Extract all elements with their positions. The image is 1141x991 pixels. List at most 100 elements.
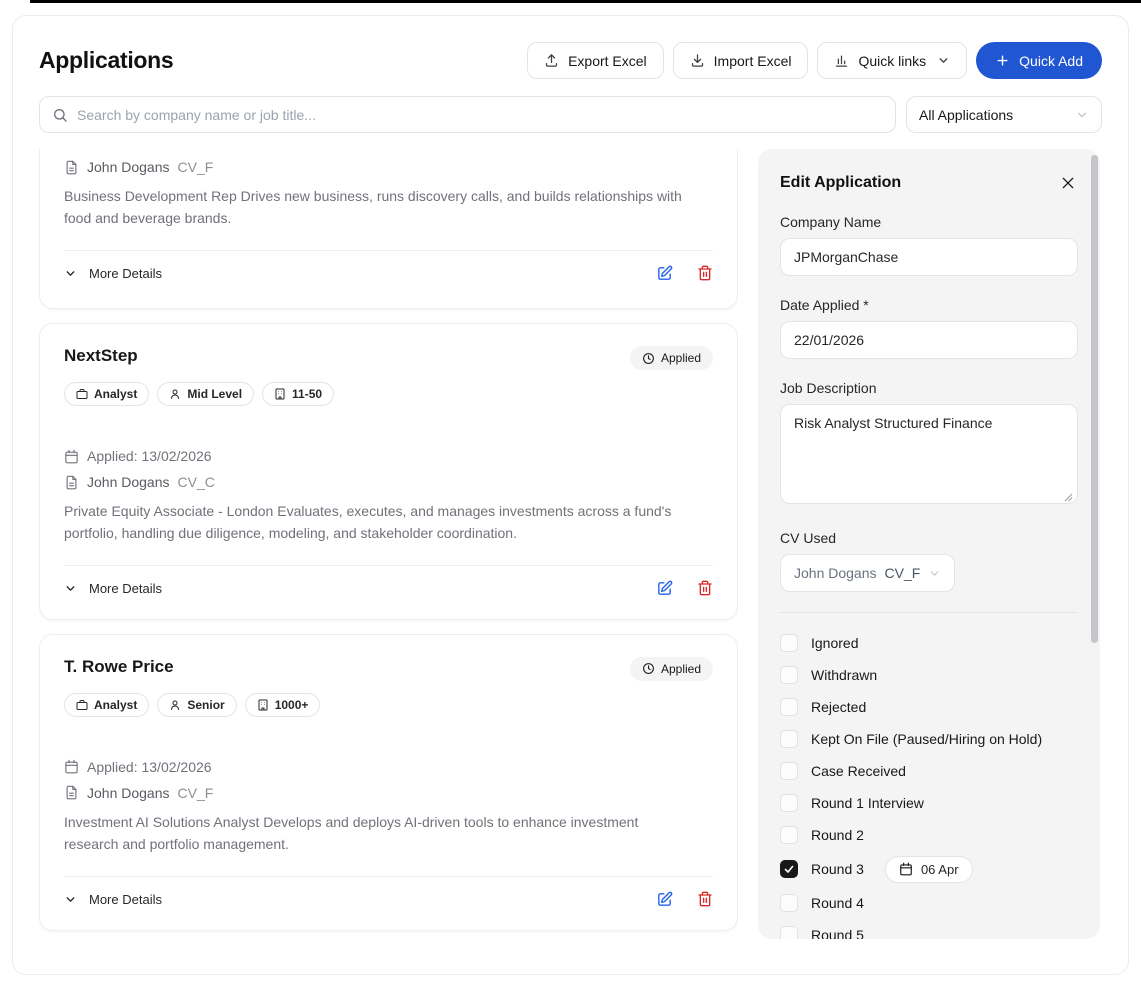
checkbox-rejected[interactable] (780, 698, 798, 716)
round3-date-pill[interactable]: 06 Apr (885, 856, 973, 883)
cv-name: John Dogans (87, 785, 170, 801)
job-description-textarea[interactable] (780, 404, 1078, 504)
level-tag: Senior (157, 693, 236, 717)
checkbox-round3[interactable] (780, 860, 798, 878)
checkbox-row-round5: Round 5 (780, 919, 1078, 939)
edit-application-button[interactable] (656, 580, 673, 597)
checkbox-row-round4: Round 4 (780, 887, 1078, 919)
company-name: T. Rowe Price (64, 657, 174, 677)
download-icon (690, 53, 705, 68)
export-excel-label: Export Excel (568, 53, 647, 69)
cv-line: John Dogans CV_C (64, 474, 713, 490)
status-badge: Applied (630, 346, 713, 370)
document-icon (64, 160, 79, 175)
edit-pencil-icon (656, 891, 673, 908)
checkbox-kept-on-file[interactable] (780, 730, 798, 748)
edit-application-panel: Edit Application Company Name Date Appli… (758, 149, 1100, 939)
role-tag: Analyst (64, 382, 149, 406)
divider (64, 565, 713, 566)
date-applied-input[interactable] (780, 321, 1078, 359)
calendar-icon (899, 862, 913, 876)
search-row: All Applications (39, 96, 1102, 133)
window-top-edge (30, 0, 1141, 3)
tag-row: Analyst Senior 1000+ (64, 693, 713, 717)
checkbox-round2[interactable] (780, 826, 798, 844)
cv-line: John Dogans CV_F (64, 785, 713, 801)
trash-icon (697, 265, 713, 281)
cv-used-select[interactable]: John Dogans CV_F (780, 554, 955, 592)
upload-icon (544, 53, 559, 68)
checkbox-case-received[interactable] (780, 762, 798, 780)
divider (64, 250, 713, 251)
checkbox-row-withdrawn: Withdrawn (780, 659, 1078, 691)
company-name: NextStep (64, 346, 138, 366)
more-details-toggle[interactable]: More Details (64, 266, 162, 281)
company-name-label: Company Name (780, 214, 1078, 230)
status-label: Applied (661, 662, 701, 676)
applications-page: Applications Export Excel Import Excel Q… (12, 15, 1129, 975)
delete-application-button[interactable] (697, 265, 713, 281)
check-icon (783, 863, 795, 875)
more-details-label: More Details (89, 581, 162, 596)
close-icon (1060, 175, 1076, 191)
page-header: Applications Export Excel Import Excel Q… (39, 42, 1102, 79)
chevron-down-icon (64, 893, 77, 906)
quick-links-button[interactable]: Quick links (817, 42, 967, 79)
resize-grip-icon[interactable] (1064, 493, 1073, 502)
document-icon (64, 785, 79, 800)
import-excel-button[interactable]: Import Excel (673, 42, 809, 79)
card-footer: More Details (64, 580, 713, 597)
plus-icon (995, 53, 1010, 68)
edit-panel-column: Edit Application Company Name Date Appli… (758, 149, 1100, 967)
more-details-toggle[interactable]: More Details (64, 581, 162, 596)
checkbox-row-round1: Round 1 Interview (780, 787, 1078, 819)
checkbox-row-ignored: Ignored (780, 627, 1078, 659)
search-box (39, 96, 896, 133)
checkbox-row-round2: Round 2 (780, 819, 1078, 851)
applications-filter-select[interactable]: All Applications (906, 96, 1102, 133)
checkbox-withdrawn[interactable] (780, 666, 798, 684)
panel-scrollbar-thumb[interactable] (1091, 155, 1098, 643)
checkbox-round5[interactable] (780, 926, 798, 939)
company-name-input[interactable] (780, 238, 1078, 276)
edit-application-button[interactable] (656, 891, 673, 908)
bar-chart-icon (834, 53, 849, 68)
cv-name: John Dogans (87, 159, 170, 175)
checkbox-round1[interactable] (780, 794, 798, 812)
quick-links-label: Quick links (858, 53, 926, 69)
header-actions: Export Excel Import Excel Quick links (527, 42, 1102, 79)
company-size-tag: 11-50 (262, 382, 334, 406)
status-badge: Applied (630, 657, 713, 681)
delete-application-button[interactable] (697, 891, 713, 907)
applications-list: John Dogans CV_F Business Development Re… (39, 149, 738, 967)
cv-name: John Dogans (87, 474, 170, 490)
filter-selected-value: All Applications (919, 107, 1013, 123)
export-excel-button[interactable]: Export Excel (527, 42, 664, 79)
job-description-label: Job Description (780, 380, 1078, 396)
close-panel-button[interactable] (1058, 173, 1078, 193)
delete-application-button[interactable] (697, 580, 713, 596)
checkbox-ignored[interactable] (780, 634, 798, 652)
application-card-trowe: T. Rowe Price Applied Analyst Senior (39, 634, 738, 931)
status-label: Applied (661, 351, 701, 365)
panel-scrollbar[interactable] (1090, 153, 1099, 935)
cv-file: CV_F (178, 785, 214, 801)
checkbox-row-round3: Round 3 06 Apr (780, 851, 1078, 887)
briefcase-icon (76, 699, 88, 711)
cv-line: John Dogans CV_F (64, 159, 713, 175)
quick-add-label: Quick Add (1019, 53, 1083, 69)
checkbox-round4[interactable] (780, 894, 798, 912)
clock-icon (642, 352, 655, 365)
company-size-tag: 1000+ (245, 693, 321, 717)
more-details-toggle[interactable]: More Details (64, 892, 162, 907)
more-details-label: More Details (89, 892, 162, 907)
edit-application-button[interactable] (656, 265, 673, 282)
search-input[interactable] (77, 107, 883, 123)
checkbox-row-rejected: Rejected (780, 691, 1078, 723)
person-icon (169, 388, 181, 400)
edit-pencil-icon (656, 265, 673, 282)
chevron-down-icon (928, 567, 941, 580)
cv-used-label: CV Used (780, 530, 1078, 546)
main-content: John Dogans CV_F Business Development Re… (39, 149, 1102, 967)
quick-add-button[interactable]: Quick Add (976, 42, 1102, 79)
